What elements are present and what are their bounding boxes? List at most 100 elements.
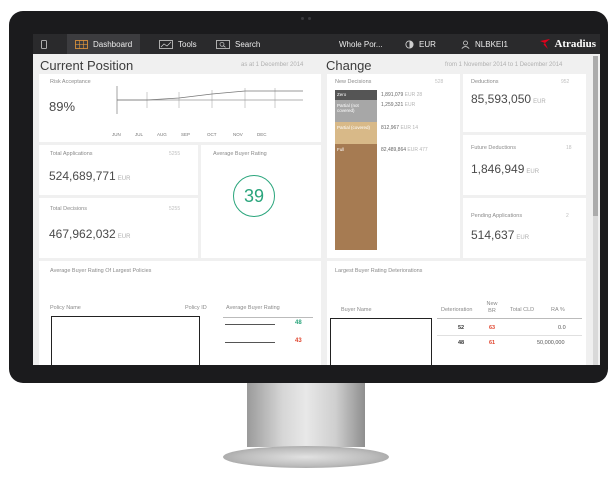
largest-policies-card[interactable]: Average Buyer Rating Of Largest Policies… — [39, 261, 321, 365]
deductions-value: 85,593,050 — [471, 92, 532, 106]
currency-icon — [405, 39, 414, 49]
col-total-cld: Total CLD — [510, 307, 535, 313]
col-ra-percent: RA % — [551, 307, 565, 313]
month-label: DEC — [257, 132, 267, 137]
total-applications-count: 5255 — [169, 151, 181, 157]
currency-selector[interactable]: EUR — [405, 34, 436, 54]
total-decisions-value: 467,962,032 — [49, 227, 116, 241]
decision-value: 1,891,079 EUR 28 — [381, 92, 422, 98]
policy-selector-label: Whole Por... — [339, 39, 383, 49]
deteriorations-title: Largest Buyer Rating Deteriorations — [335, 268, 423, 274]
deteriorations-card[interactable]: Largest Buyer Rating Deteriorations Buye… — [327, 261, 586, 365]
rating-bar — [225, 342, 275, 343]
month-label: AUG — [157, 132, 167, 137]
tab-dashboard[interactable]: Dashboard — [67, 34, 141, 54]
col-deterioration: Deterioration — [441, 307, 473, 313]
future-deductions-value: 1,846,949 — [471, 162, 525, 176]
decision-count: 477 — [419, 147, 428, 153]
tab-search[interactable]: Search — [216, 34, 260, 54]
new-br-value: 61 — [489, 340, 496, 346]
monitor-bezel: Dashboard Tools Search Whole Por... EUR … — [9, 11, 608, 383]
decision-bar-full[interactable] — [335, 144, 377, 250]
deductions-card[interactable]: Deductions 952 85,593,050 EUR — [463, 74, 586, 132]
decision-name: Partial (not covered) — [337, 103, 359, 114]
webcam — [301, 17, 315, 21]
rating-value: 48 — [295, 320, 302, 326]
month-label: NOV — [233, 132, 243, 137]
decision-value: 82,489,864 EUR 477 — [381, 147, 428, 153]
total-applications-label: Total Applications — [50, 151, 93, 157]
rating-bar — [225, 324, 275, 325]
risk-acceptance-label: Risk Acceptance — [50, 79, 91, 85]
pending-applications-value: 514,637 — [471, 228, 515, 242]
new-decisions-label: New Decisions — [335, 79, 372, 85]
decision-count: 28 — [416, 92, 423, 98]
total-applications-card[interactable]: Total Applications 5255 524,689,771 EUR — [39, 145, 198, 195]
deterioration-value: 48 — [458, 340, 465, 346]
col-policy-id: Policy ID — [185, 305, 207, 311]
decision-amount: 82,489,864 — [381, 147, 407, 153]
divider — [437, 318, 582, 319]
decision-name: Full — [337, 147, 345, 152]
month-label: OCT — [207, 132, 217, 137]
top-nav-bar: Dashboard Tools Search Whole Por... EUR … — [33, 34, 600, 54]
decision-value: 812,967 EUR 14 — [381, 125, 418, 131]
current-position-title: Current Position — [40, 58, 134, 73]
pending-applications-label: Pending Applications — [471, 213, 523, 219]
grid-icon — [75, 39, 88, 49]
policy-row-placeholder[interactable] — [51, 316, 200, 365]
tab-search-label: Search — [235, 39, 261, 49]
user-label: NLBKEI1 — [475, 39, 508, 49]
mobile-device-icon[interactable] — [41, 34, 47, 54]
risk-acceptance-card[interactable]: Risk Acceptance 89% JUN JUL AUG SEP OCT … — [39, 74, 321, 142]
current-position-date: as at 1 December 2014 — [241, 62, 304, 68]
atradius-logo-mark — [540, 39, 551, 49]
currency-unit: EUR — [533, 99, 546, 105]
divider — [223, 317, 313, 318]
month-label: JUN — [112, 132, 121, 137]
new-decisions-card[interactable]: New Decisions 528 Zero 1,891,079 EUR 28 … — [327, 74, 460, 258]
risk-acceptance-sparkline — [116, 86, 303, 114]
col-new-br: New BR — [486, 301, 498, 315]
future-deductions-card[interactable]: Future Deductions 18 1,846,949 EUR — [463, 135, 586, 195]
total-decisions-card[interactable]: Total Decisions 5255 467,962,032 EUR — [39, 198, 198, 258]
total-decisions-label: Total Decisions — [50, 206, 87, 212]
average-buyer-rating-card[interactable]: Average Buyer Rating 39 — [201, 145, 321, 258]
user-menu[interactable]: NLBKEI1 — [461, 34, 508, 54]
future-deductions-label: Future Deductions — [471, 145, 516, 151]
decision-amount: 1,891,079 — [381, 92, 404, 98]
tab-tools-label: Tools — [178, 39, 197, 49]
monitor-stand — [247, 383, 365, 447]
monitor-base — [223, 446, 389, 468]
divider — [437, 335, 582, 336]
col-policy-name: Policy Name — [50, 305, 81, 311]
tab-dashboard-label: Dashboard — [93, 39, 133, 49]
change-title: Change — [326, 58, 372, 73]
col-buyer-name: Buyer Name — [341, 307, 372, 313]
decision-name: Zero — [337, 92, 347, 97]
risk-acceptance-value: 89% — [49, 99, 76, 114]
largest-policies-title: Average Buyer Rating Of Largest Policies — [50, 268, 152, 274]
month-label: SEP — [181, 132, 191, 137]
pending-applications-card[interactable]: Pending Applications 2 514,637 EUR — [463, 198, 586, 258]
user-icon — [461, 40, 470, 49]
average-buyer-rating-label: Average Buyer Rating — [213, 151, 267, 157]
rating-value: 43 — [295, 338, 302, 344]
currency-unit: EUR — [516, 235, 530, 241]
pending-applications-amount: 514,637 EUR — [471, 228, 529, 242]
policy-selector[interactable]: Whole Por... — [339, 34, 383, 54]
dashboard-screen: Dashboard Tools Search Whole Por... EUR … — [33, 34, 600, 365]
decision-unit: EUR — [404, 92, 416, 98]
total-applications-value: 524,689,771 — [49, 169, 116, 183]
scrollbar[interactable] — [593, 56, 598, 365]
atradius-logo: Atradius — [539, 34, 596, 54]
tab-tools[interactable]: Tools — [159, 34, 197, 54]
buyer-row-placeholder[interactable] — [330, 318, 432, 365]
chart-icon — [159, 39, 173, 49]
decision-unit: EUR — [404, 102, 416, 108]
decision-unit: EUR — [407, 147, 418, 153]
new-br-value: 63 — [489, 325, 496, 331]
total-decisions-amount: 467,962,032 EUR — [49, 227, 130, 241]
decision-value: 1,259,321 EUR — [381, 102, 415, 108]
scrollbar-thumb[interactable] — [593, 56, 598, 216]
